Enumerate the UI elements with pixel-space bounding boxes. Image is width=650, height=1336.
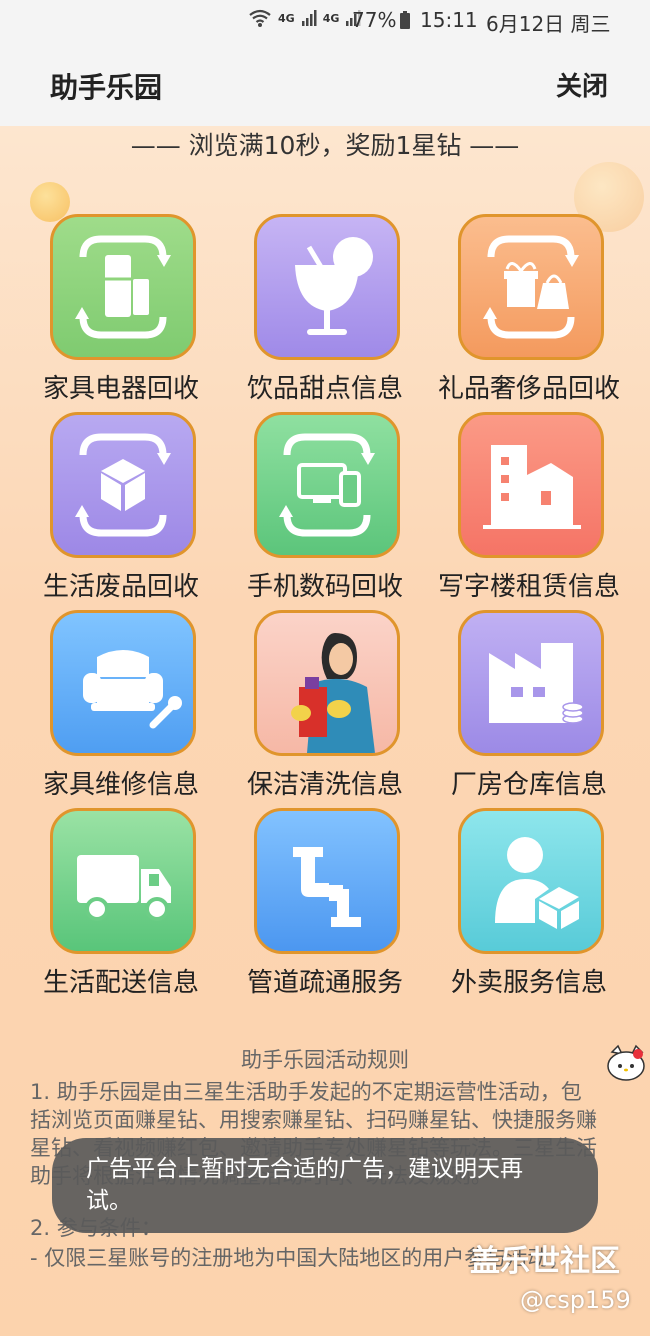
device-recycle-icon — [254, 412, 400, 558]
service-label: 生活废品回收 — [42, 572, 199, 602]
service-tile-takeout[interactable]: 外卖服务信息 — [424, 808, 634, 998]
service-tile-delivery[interactable]: 生活配送信息 — [16, 808, 226, 998]
factory-icon — [458, 610, 604, 756]
close-button[interactable]: 关闭 — [556, 66, 608, 103]
cleaner-icon — [254, 610, 400, 756]
wifi-icon — [249, 9, 271, 27]
fridge-recycle-icon — [50, 214, 196, 360]
service-tile-phone-recycle[interactable]: 手机数码回收 — [220, 412, 430, 602]
signal-1-label: 4G — [278, 11, 295, 25]
battery-percent: 77% — [352, 8, 397, 32]
signal-1-icon — [301, 10, 317, 26]
page-title: 助手乐园 — [50, 71, 163, 104]
service-label: 手机数码回收 — [246, 572, 403, 602]
service-tile-cleaning[interactable]: 保洁清洗信息 — [220, 610, 430, 800]
date: 6月12日 周三 — [486, 12, 611, 36]
service-label: 生活配送信息 — [42, 968, 199, 998]
signal-2-label: 4G — [322, 11, 340, 25]
gift-recycle-icon — [458, 214, 604, 360]
service-label: 管道疏通服务 — [246, 968, 403, 998]
service-label: 保洁清洗信息 — [246, 770, 403, 800]
service-tile-factory-warehouse[interactable]: 厂房仓库信息 — [424, 610, 634, 800]
service-label: 家具维修信息 — [42, 770, 199, 800]
service-label: 厂房仓库信息 — [450, 770, 607, 800]
service-label: 饮品甜点信息 — [246, 374, 403, 404]
service-tile-pipe-cleaning[interactable]: 管道疏通服务 — [220, 808, 430, 998]
service-tile-furniture-recycle[interactable]: 家具电器回收 — [16, 214, 226, 404]
service-label: 家具电器回收 — [42, 374, 199, 404]
service-label: 礼品奢侈品回收 — [437, 374, 620, 404]
watermark-site: 盖乐世社区 — [470, 1244, 620, 1279]
office-building-icon — [458, 412, 604, 558]
service-tile-waste-recycle[interactable]: 生活废品回收 — [16, 412, 226, 602]
reward-notice: —— 浏览满10秒，奖励1星钻 —— — [130, 131, 520, 160]
service-tile-drinks[interactable]: 饮品甜点信息 — [220, 214, 430, 404]
pipe-icon — [254, 808, 400, 954]
box-recycle-icon — [50, 412, 196, 558]
status-icons: 4G 4G — [248, 8, 361, 28]
delivery-person-icon — [458, 808, 604, 954]
sofa-repair-icon — [50, 610, 196, 756]
service-tile-office-rental[interactable]: 写字楼租赁信息 — [424, 412, 634, 602]
service-label: 写字楼租赁信息 — [437, 572, 620, 602]
rules-title: 助手乐园活动规则 — [241, 1048, 409, 1072]
truck-icon — [50, 808, 196, 954]
status-bar: 4G 4G 77% 15:11 6月12日 周三 — [0, 0, 650, 40]
kitty-mascot-icon[interactable] — [604, 1044, 648, 1084]
battery-icon — [400, 11, 410, 29]
watermark-user: @csp159 — [520, 1286, 631, 1314]
service-tile-gift-recycle[interactable]: 礼品奢侈品回收 — [424, 214, 634, 404]
drink-icon — [254, 214, 400, 360]
toast-message: 广告平台上暂时无合适的广告，建议明天再试。 — [52, 1138, 598, 1233]
app-header: 助手乐园 关闭 — [0, 40, 650, 126]
service-tile-furniture-repair[interactable]: 家具维修信息 — [16, 610, 226, 800]
service-label: 外卖服务信息 — [450, 968, 607, 998]
clock: 15:11 — [420, 8, 478, 32]
